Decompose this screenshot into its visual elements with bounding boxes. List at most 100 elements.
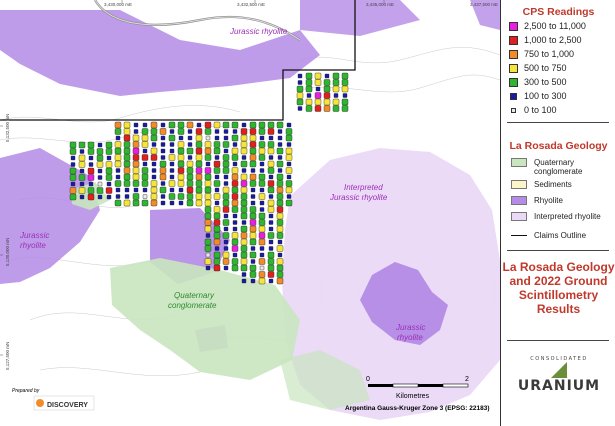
sample-point	[70, 155, 76, 161]
sample-point	[177, 154, 185, 161]
sample-point	[195, 186, 203, 194]
legend-item: Quaternary conglomerate	[511, 158, 582, 176]
sample-point	[223, 148, 229, 154]
sample-point	[241, 122, 247, 128]
sample-point	[231, 167, 239, 174]
sample-point	[151, 161, 157, 167]
legend-item: 2,500 to 11,000	[509, 21, 586, 31]
sample-point	[258, 232, 266, 239]
sample-point	[240, 238, 248, 246]
legend-item: Interpreted rhyolite	[511, 212, 601, 221]
sample-point	[258, 277, 266, 285]
sample-point	[213, 212, 221, 220]
sample-point	[87, 187, 95, 194]
divider	[507, 250, 609, 251]
sample-point	[168, 180, 176, 187]
sample-point	[259, 246, 265, 251]
sample-point	[160, 122, 166, 128]
sample-point	[258, 173, 266, 181]
sample-point	[240, 134, 248, 142]
sample-point	[341, 105, 349, 112]
sample-point	[214, 246, 220, 251]
sample-point	[249, 160, 257, 168]
sample-point	[285, 147, 293, 155]
sample-point	[70, 162, 76, 167]
sample-point	[276, 264, 284, 272]
sample-point	[258, 271, 266, 278]
claims-outline-swatch	[511, 235, 527, 236]
sample-point	[249, 238, 257, 246]
sample-point	[96, 161, 104, 168]
sample-point	[232, 213, 238, 219]
sample-point	[132, 180, 140, 187]
sample-point	[240, 212, 248, 220]
sample-point	[204, 180, 212, 187]
sample-point	[132, 167, 140, 174]
label-quaternary-conglomerate: Quaternary conglomerate	[168, 291, 217, 310]
legend-label: Quaternary conglomerate	[534, 158, 583, 176]
sample-point	[150, 147, 158, 155]
label-line: Quaternary	[174, 291, 215, 300]
legend-label: 300 to 500	[524, 77, 567, 87]
sample-point	[114, 128, 122, 135]
legend-panel: CPS Readings 2,500 to 11,000 1,000 to 2,…	[500, 0, 615, 426]
sample-point	[133, 187, 139, 193]
sample-point	[204, 173, 212, 181]
sample-point	[177, 147, 185, 155]
label-line: rhyolite	[397, 333, 423, 342]
sample-point	[276, 277, 284, 285]
sample-point	[115, 194, 121, 199]
sample-point	[204, 225, 212, 233]
sample-point	[231, 180, 239, 187]
sample-point	[204, 154, 212, 161]
sample-point	[195, 180, 203, 187]
legend-item: Sediments	[511, 180, 572, 189]
sample-point	[232, 129, 238, 134]
sample-point	[187, 142, 193, 147]
sample-point	[169, 187, 175, 193]
legend-label: Sediments	[534, 180, 572, 189]
sample-point	[114, 141, 122, 148]
sample-point	[213, 180, 221, 187]
sample-point	[249, 271, 257, 278]
sample-point	[267, 232, 275, 239]
sample-point	[277, 252, 283, 258]
sample-point	[141, 173, 149, 181]
sample-point	[142, 161, 148, 167]
sample-point	[169, 129, 175, 134]
sample-point	[231, 264, 239, 272]
sample-point	[249, 173, 257, 181]
sample-point	[195, 154, 203, 161]
easting-label: 3,432,500 mE	[237, 2, 265, 7]
sample-point	[88, 181, 94, 187]
sample-point	[259, 135, 265, 141]
sample-point	[249, 154, 257, 161]
sample-point	[187, 129, 193, 134]
sample-point	[268, 246, 274, 251]
sample-point	[222, 167, 230, 174]
company-logo: CONSOLIDATED URANIUM	[509, 356, 609, 406]
divider	[507, 122, 609, 123]
sample-point	[124, 187, 130, 193]
sample-point	[79, 194, 85, 200]
sample-point	[297, 106, 303, 111]
sample-point	[240, 199, 248, 207]
legend-label: 1,000 to 2,500	[524, 35, 582, 45]
sample-point	[150, 128, 158, 135]
map-title: La Rosada Geology and 2022 Ground Scinti…	[501, 260, 615, 316]
sample-point	[240, 206, 248, 213]
easting-label: 3,437,500 mE	[470, 2, 498, 7]
sample-point	[268, 220, 274, 225]
sample-point	[222, 160, 230, 168]
sample-point	[114, 180, 122, 187]
sample-point	[258, 212, 266, 220]
legend-swatch	[509, 35, 518, 45]
sample-point	[204, 219, 212, 226]
sample-point	[177, 128, 185, 135]
sample-point	[240, 225, 248, 233]
sample-point	[267, 186, 275, 194]
sample-point	[231, 199, 239, 207]
sample-point	[323, 98, 331, 106]
sample-point	[250, 246, 256, 251]
sample-point	[277, 129, 283, 134]
